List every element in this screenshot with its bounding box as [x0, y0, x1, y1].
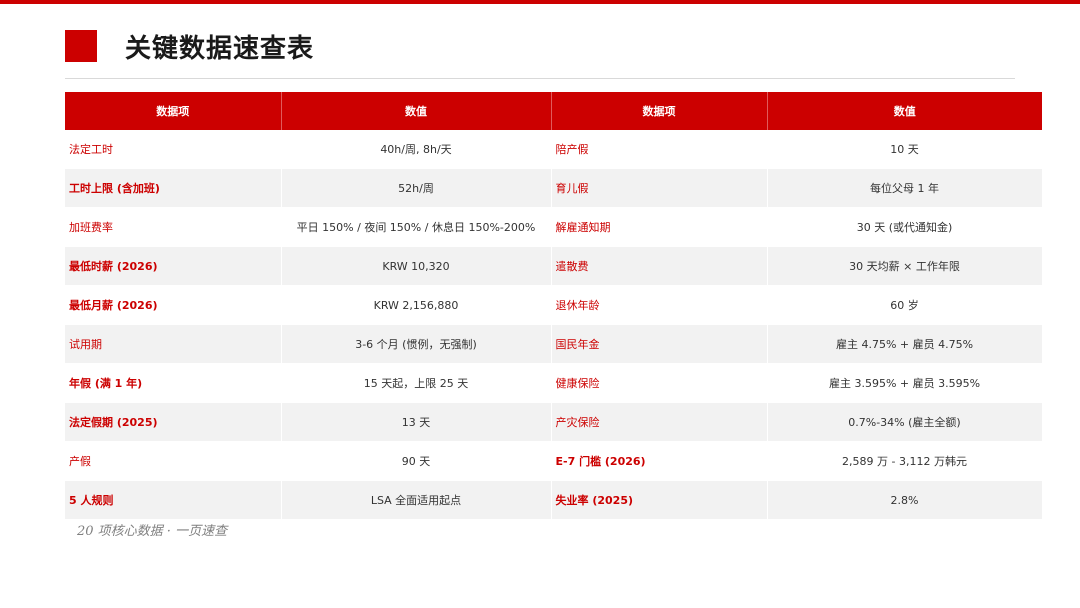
row-label-left: 法定工时 [65, 130, 282, 169]
row-value-left: 90 天 [281, 441, 552, 481]
row-label-right: 国民年金 [551, 324, 768, 364]
row-label-left: 年假 (满 1 年) [65, 363, 282, 403]
row-value-right: 2,589 万 - 3,112 万韩元 [767, 441, 1043, 481]
data-table: 数据项 数值 数据项 数值 法定工时 40h/周, 8h/天 陪产假 10 天 … [65, 92, 1043, 520]
table-row: 年假 (满 1 年) 15 天起，上限 25 天 健康保险 雇主 3.595% … [65, 363, 1043, 403]
row-label-right: 陪产假 [551, 130, 768, 169]
row-value-left: KRW 2,156,880 [281, 285, 552, 325]
table-row: 5 人规则 LSA 全面适用起点 失业率 (2025) 2.8% [65, 480, 1043, 520]
title-divider [65, 78, 1015, 79]
row-label-right: 遣散费 [551, 246, 768, 286]
row-label-left: 最低时薪 (2026) [65, 246, 282, 286]
page-title: 关键数据速查表 [125, 34, 315, 64]
header-item-left: 数据项 [65, 92, 282, 130]
row-value-left: 13 天 [281, 402, 552, 442]
table-row: 法定假期 (2025) 13 天 产灾保险 0.7%-34% (雇主全额) [65, 402, 1043, 442]
row-label-left: 5 人规则 [65, 480, 282, 520]
row-label-right: E-7 门槛 (2026) [551, 441, 768, 481]
row-label-left: 法定假期 (2025) [65, 402, 282, 442]
row-label-left: 工时上限 (含加班) [65, 168, 282, 208]
row-label-left: 试用期 [65, 324, 282, 364]
footnote: 20 项核心数据 · 一页速查 [77, 524, 228, 539]
row-value-left: 3-6 个月 (惯例，无强制) [281, 324, 552, 364]
table-row: 法定工时 40h/周, 8h/天 陪产假 10 天 [65, 130, 1043, 169]
row-value-right: 60 岁 [767, 285, 1043, 325]
row-value-left: LSA 全面适用起点 [281, 480, 552, 520]
table-row: 加班费率 平日 150% / 夜间 150% / 休息日 150%-200% 解… [65, 207, 1043, 247]
row-label-right: 解雇通知期 [551, 207, 768, 247]
table-row: 最低月薪 (2026) KRW 2,156,880 退休年龄 60 岁 [65, 285, 1043, 325]
row-label-left: 最低月薪 (2026) [65, 285, 282, 325]
table-row: 工时上限 (含加班) 52h/周 育儿假 每位父母 1 年 [65, 168, 1043, 208]
row-value-right: 30 天均薪 × 工作年限 [767, 246, 1043, 286]
header-item-right: 数据项 [551, 92, 768, 130]
row-value-right: 2.8% [767, 480, 1043, 520]
row-value-left: 平日 150% / 夜间 150% / 休息日 150%-200% [281, 207, 552, 247]
title-accent-square [65, 30, 97, 62]
row-value-left: 52h/周 [281, 168, 552, 208]
row-label-right: 产灾保险 [551, 402, 768, 442]
row-value-left: 15 天起，上限 25 天 [281, 363, 552, 403]
table-row: 试用期 3-6 个月 (惯例，无强制) 国民年金 雇主 4.75% + 雇员 4… [65, 324, 1043, 364]
table-row: 产假 90 天 E-7 门槛 (2026) 2,589 万 - 3,112 万韩… [65, 441, 1043, 481]
top-accent-rule [0, 0, 1080, 4]
row-value-left: 40h/周, 8h/天 [281, 130, 552, 169]
row-label-right: 健康保险 [551, 363, 768, 403]
table-row: 最低时薪 (2026) KRW 10,320 遣散费 30 天均薪 × 工作年限 [65, 246, 1043, 286]
row-label-right: 失业率 (2025) [551, 480, 768, 520]
row-label-left: 产假 [65, 441, 282, 481]
row-value-right: 0.7%-34% (雇主全额) [767, 402, 1043, 442]
row-value-left: KRW 10,320 [281, 246, 552, 286]
row-label-left: 加班费率 [65, 207, 282, 247]
row-label-right: 退休年龄 [551, 285, 768, 325]
row-label-right: 育儿假 [551, 168, 768, 208]
table-header-row: 数据项 数值 数据项 数值 [65, 92, 1042, 130]
row-value-right: 30 天 (或代通知金) [767, 207, 1043, 247]
row-value-right: 每位父母 1 年 [767, 168, 1043, 208]
row-value-right: 雇主 3.595% + 雇员 3.595% [767, 363, 1043, 403]
header-value-left: 数值 [281, 92, 552, 130]
row-value-right: 雇主 4.75% + 雇员 4.75% [767, 324, 1043, 364]
row-value-right: 10 天 [767, 130, 1043, 169]
header-value-right: 数值 [767, 92, 1042, 130]
